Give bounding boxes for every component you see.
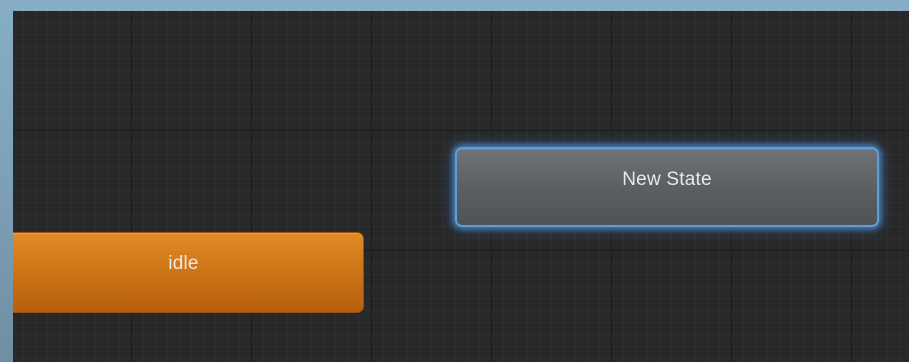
state-node-label: New State (622, 169, 712, 190)
state-node-new-state[interactable]: New State (455, 147, 879, 227)
animator-window: idle New State (0, 0, 909, 362)
animator-graph-canvas[interactable]: idle New State (13, 11, 909, 362)
state-node-label: idle (168, 252, 199, 274)
state-node-idle[interactable]: idle (13, 232, 364, 313)
